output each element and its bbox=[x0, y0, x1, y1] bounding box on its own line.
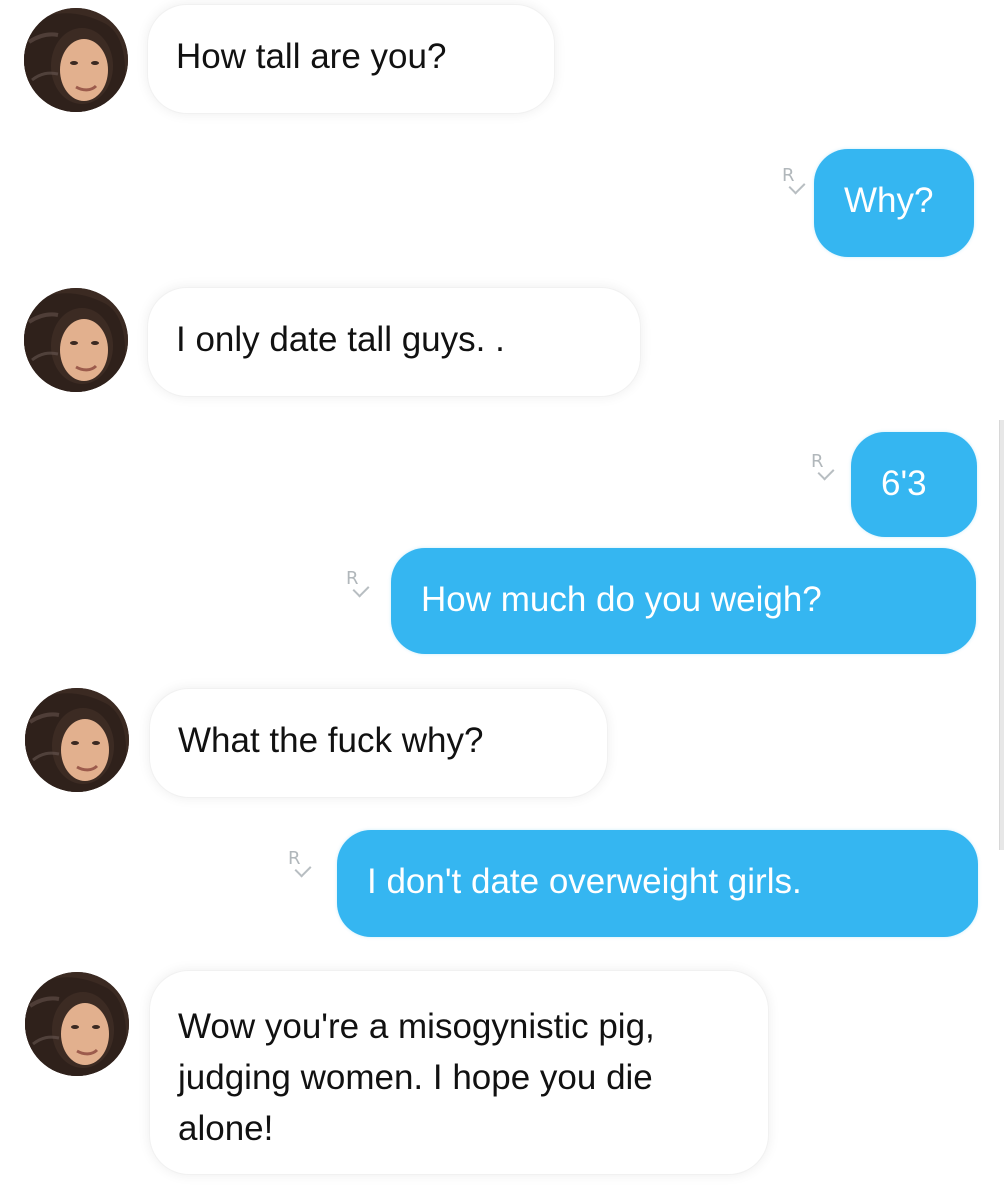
read-receipt-icon: R bbox=[810, 453, 838, 487]
message-text: How much do you weigh? bbox=[421, 580, 822, 619]
avatar-photo-icon bbox=[24, 8, 128, 112]
contact-avatar[interactable] bbox=[25, 972, 129, 1076]
message-text: Why? bbox=[844, 181, 934, 220]
message-text: I don't date overweight girls. bbox=[367, 862, 802, 901]
received-message-bubble[interactable]: Wow you're a misogynistic pig, judging w… bbox=[149, 970, 769, 1175]
contact-avatar[interactable] bbox=[25, 688, 129, 792]
sent-message-bubble[interactable]: Why? bbox=[814, 149, 974, 257]
read-receipt-icon: R bbox=[781, 167, 809, 201]
avatar-photo-icon bbox=[25, 972, 129, 1076]
contact-avatar[interactable] bbox=[24, 288, 128, 392]
message-text: How tall are you? bbox=[176, 37, 447, 76]
avatar-photo-icon bbox=[24, 288, 128, 392]
sent-message-bubble[interactable]: How much do you weigh? bbox=[391, 548, 976, 654]
message-text: I only date tall guys. . bbox=[176, 320, 505, 359]
sent-message-bubble[interactable]: 6'3 bbox=[851, 432, 977, 537]
read-receipt-icon: R bbox=[287, 850, 315, 884]
received-message-bubble[interactable]: How tall are you? bbox=[147, 4, 555, 114]
message-text: Wow you're a misogynistic pig, judging w… bbox=[178, 1007, 655, 1148]
message-text: 6'3 bbox=[881, 464, 927, 503]
message-text: What the fuck why? bbox=[178, 721, 484, 760]
contact-avatar[interactable] bbox=[24, 8, 128, 112]
received-message-bubble[interactable]: I only date tall guys. . bbox=[147, 287, 641, 397]
message-thread: How tall are you? R Why? I only date tal… bbox=[0, 0, 1004, 1186]
received-message-bubble[interactable]: What the fuck why? bbox=[149, 688, 608, 798]
sent-message-bubble[interactable]: I don't date overweight girls. bbox=[337, 830, 978, 937]
scrollbar-track[interactable] bbox=[999, 420, 1004, 850]
avatar-photo-icon bbox=[25, 688, 129, 792]
read-receipt-icon: R bbox=[345, 570, 373, 604]
